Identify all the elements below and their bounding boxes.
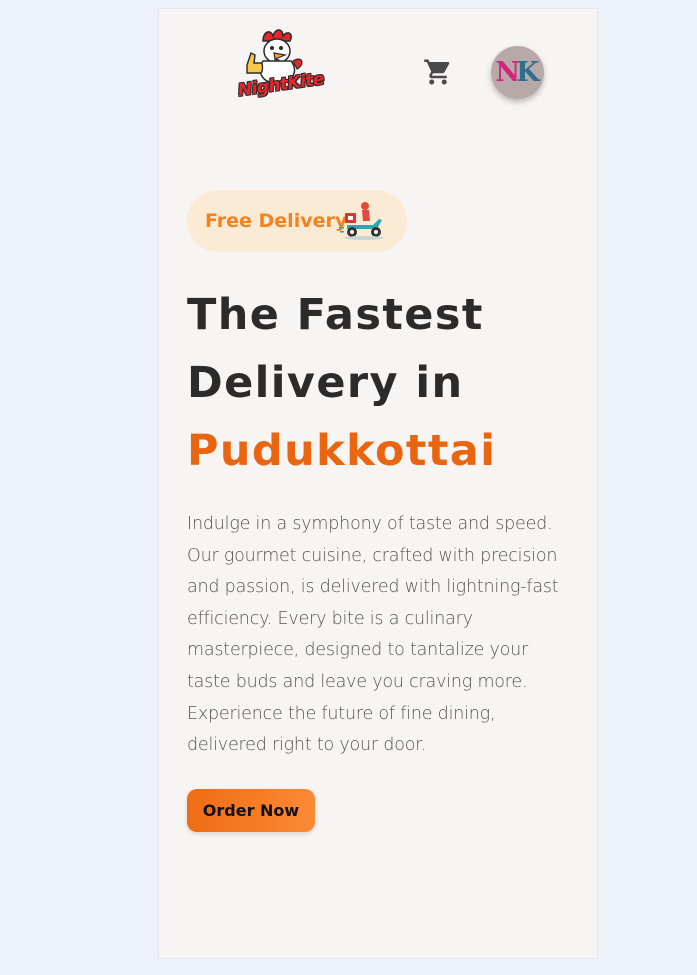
headline-line-1: The Fastest: [187, 290, 484, 340]
order-now-button[interactable]: Order Now: [187, 789, 315, 832]
user-avatar[interactable]: N K: [491, 46, 544, 99]
avatar-initial-k: K: [516, 57, 540, 88]
app-screen: NightKite N K Free Delivery The Fastest …: [158, 8, 598, 959]
badge-label: Free Delivery: [205, 210, 348, 232]
free-delivery-badge: Free Delivery: [187, 190, 407, 252]
headline-city: Pudukkottai: [187, 426, 497, 476]
headline-line-2: Delivery in: [187, 358, 464, 408]
hero-description: Indulge in a symphony of taste and speed…: [187, 514, 559, 756]
top-navbar: NightKite N K: [159, 9, 597, 129]
hero-headline: The Fastest Delivery in Pudukkottai: [187, 281, 587, 485]
shopping-cart-icon: [424, 59, 450, 85]
delivery-scooter-icon: [339, 202, 384, 240]
brand-logo[interactable]: NightKite: [233, 27, 329, 113]
cart-button[interactable]: [423, 57, 453, 87]
